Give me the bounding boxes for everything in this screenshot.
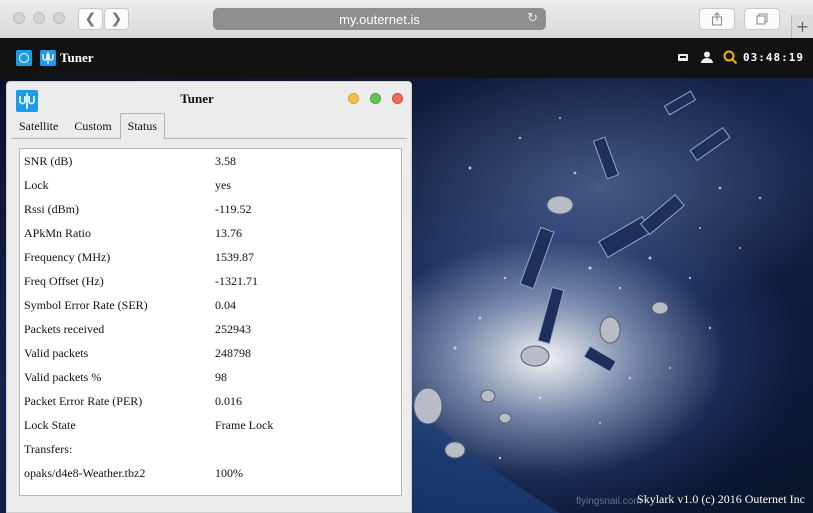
zoom-button[interactable] xyxy=(370,93,381,104)
status-value: 1539.87 xyxy=(215,250,254,264)
window-title: Tuner xyxy=(180,91,214,106)
status-row: Rssi (dBm) -119.52 xyxy=(24,197,394,221)
back-button[interactable]: ❮ xyxy=(78,8,103,30)
status-value: 13.76 xyxy=(215,226,242,240)
close-button[interactable] xyxy=(392,93,403,104)
status-value: 100% xyxy=(215,466,243,480)
status-value: -119.52 xyxy=(215,202,252,216)
reload-icon[interactable]: ↻ xyxy=(527,11,538,26)
status-value: 98 xyxy=(215,370,227,384)
forward-button[interactable]: ❯ xyxy=(104,8,129,30)
status-label: Transfers: xyxy=(24,442,73,456)
tuner-window: Tuner Satellite Custom Status SNR (dB) 3… xyxy=(6,81,412,513)
status-label: Packet Error Rate (PER) xyxy=(24,394,143,408)
status-label: Valid packets % xyxy=(24,370,102,384)
browser-toolbar: ❮ ❯ my.outernet.is ↻ + xyxy=(0,0,813,39)
status-label: Valid packets xyxy=(24,346,89,360)
browser-close-button[interactable] xyxy=(13,12,25,24)
status-label: SNR (dB) xyxy=(24,154,73,168)
new-tab-button[interactable]: + xyxy=(791,15,813,38)
app-title: Tuner xyxy=(60,50,94,65)
share-icon xyxy=(712,12,722,26)
status-label: Packets received xyxy=(24,322,105,336)
browser-zoom-button[interactable] xyxy=(53,12,65,24)
status-row: SNR (dB) 3.58 xyxy=(24,149,394,173)
status-value: 0.04 xyxy=(215,298,236,312)
tab-custom[interactable]: Custom xyxy=(66,113,119,138)
status-value: -1321.71 xyxy=(215,274,258,288)
tab-status[interactable]: Status xyxy=(119,113,166,139)
status-value: 0.016 xyxy=(215,394,242,408)
status-row: Symbol Error Rate (SER) 0.04 xyxy=(24,293,394,317)
status-label: Symbol Error Rate (SER) xyxy=(24,298,148,312)
status-panel: SNR (dB) 3.58 Lock yes Rssi (dBm) -119.5… xyxy=(19,148,402,496)
status-row: Valid packets 248798 xyxy=(24,341,394,365)
tabs-icon xyxy=(756,13,768,25)
status-value: 248798 xyxy=(215,346,251,360)
tab-bar: Satellite Custom Status xyxy=(11,113,166,139)
status-row: APkMn Ratio 13.76 xyxy=(24,221,394,245)
status-label: Rssi (dBm) xyxy=(24,202,80,216)
version-credit: Skylark v1.0 (c) 2016 Outernet Inc xyxy=(637,492,805,506)
minimize-button[interactable] xyxy=(348,93,359,104)
status-value: 3.58 xyxy=(215,154,236,168)
status-row: Valid packets % 98 xyxy=(24,365,394,389)
home-icon xyxy=(19,53,29,63)
storage-icon[interactable] xyxy=(677,50,689,64)
app-header: Tuner 03:48:19 xyxy=(0,38,813,78)
home-button[interactable] xyxy=(16,50,32,66)
status-label: Frequency (MHz) xyxy=(24,250,111,264)
tabs-overview-button[interactable] xyxy=(744,8,780,30)
browser-minimize-button[interactable] xyxy=(33,12,45,24)
status-row: Freq Offset (Hz) -1321.71 xyxy=(24,269,394,293)
status-label: Lock State xyxy=(24,418,76,432)
status-row: Packet Error Rate (PER) 0.016 xyxy=(24,389,394,413)
status-value: 252943 xyxy=(215,322,251,336)
status-row: Packets received 252943 xyxy=(24,317,394,341)
photo-watermark: flyingsnail.com xyxy=(576,496,642,507)
status-value: yes xyxy=(215,178,231,192)
url-text: my.outernet.is xyxy=(339,11,420,27)
status-label: Lock xyxy=(24,178,49,192)
tab-satellite[interactable]: Satellite xyxy=(11,113,66,138)
plus-icon: + xyxy=(795,17,810,36)
search-icon[interactable] xyxy=(723,50,738,65)
status-row: Frequency (MHz) 1539.87 xyxy=(24,245,394,269)
share-button[interactable] xyxy=(699,8,735,30)
status-row: Transfers: xyxy=(24,437,394,461)
clock: 03:48:19 xyxy=(743,51,804,64)
status-row: Lock yes xyxy=(24,173,394,197)
status-value: Frame Lock xyxy=(215,418,274,432)
chevron-left-icon: ❮ xyxy=(84,11,97,27)
status-row: Lock State Frame Lock xyxy=(24,413,394,437)
status-label: APkMn Ratio xyxy=(24,226,92,240)
chevron-right-icon: ❯ xyxy=(110,11,123,27)
tuner-app-icon[interactable] xyxy=(40,50,56,66)
status-row: opaks/d4e8-Weather.tbz2 100% xyxy=(24,461,394,485)
status-label: opaks/d4e8-Weather.tbz2 xyxy=(24,466,146,480)
address-bar[interactable]: my.outernet.is ↻ xyxy=(213,8,546,30)
user-icon[interactable] xyxy=(700,50,714,64)
status-label: Freq Offset (Hz) xyxy=(24,274,104,288)
